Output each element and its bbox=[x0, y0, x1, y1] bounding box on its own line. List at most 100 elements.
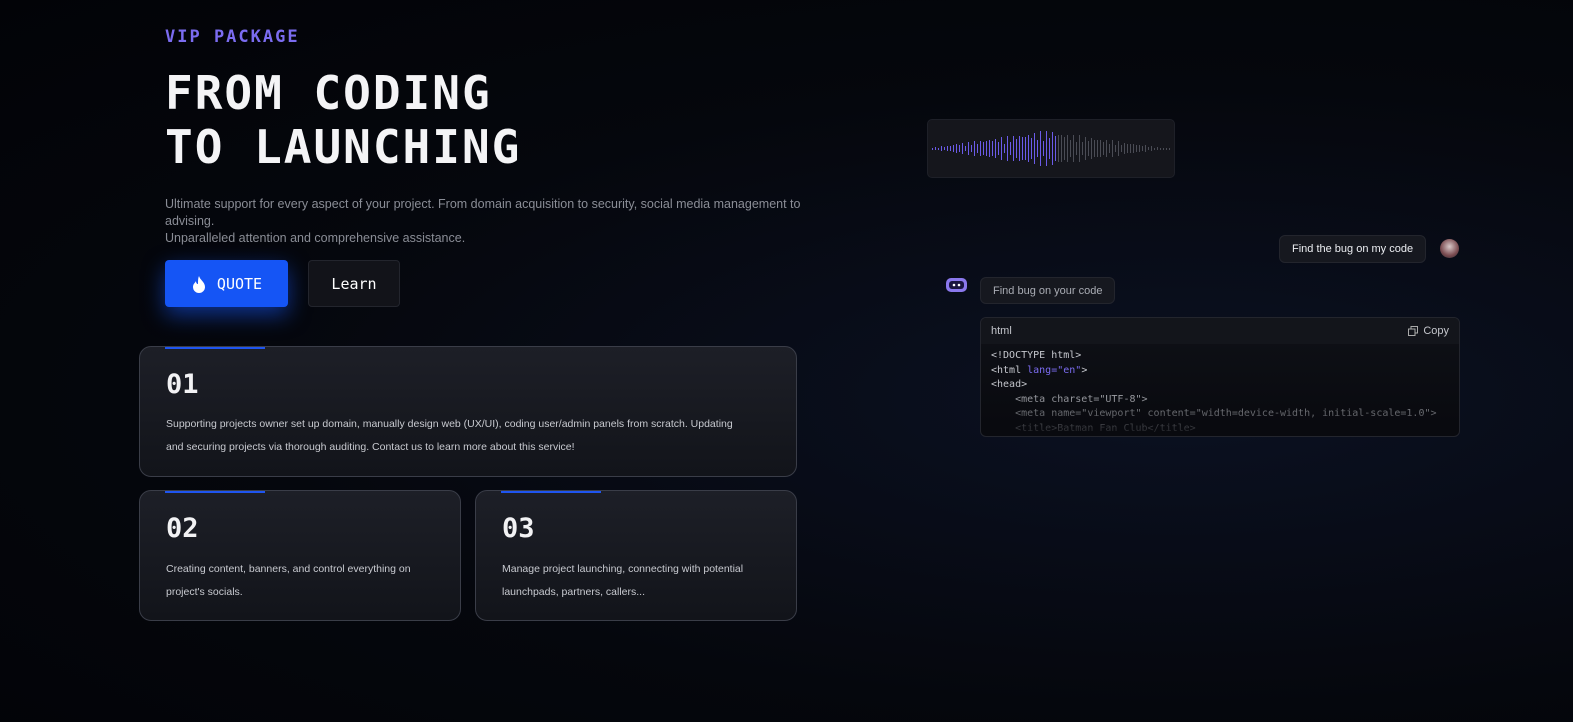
card-accent-bar bbox=[165, 347, 265, 349]
waveform-bar bbox=[1157, 147, 1158, 150]
waveform-bar bbox=[1130, 143, 1131, 154]
waveform-bar bbox=[1019, 136, 1020, 161]
copy-label: Copy bbox=[1423, 325, 1449, 337]
flame-icon bbox=[192, 275, 205, 293]
waveform-bar bbox=[965, 145, 966, 152]
waveform-bar bbox=[1082, 142, 1083, 155]
waveform-bar bbox=[974, 141, 975, 156]
waveform-bar bbox=[941, 146, 942, 151]
waveform-bar bbox=[1142, 146, 1143, 151]
waveform-bar bbox=[1118, 141, 1119, 156]
waveform-bar bbox=[1058, 134, 1059, 163]
card-text: Supporting projects owner set up domain,… bbox=[166, 413, 733, 459]
code-line: <!DOCTYPE html> bbox=[991, 350, 1082, 361]
waveform-bar bbox=[935, 147, 936, 150]
waveform-bar bbox=[980, 140, 981, 156]
waveform-bar bbox=[1025, 136, 1026, 161]
waveform-bar bbox=[1109, 143, 1110, 154]
quote-button[interactable]: QUOTE bbox=[165, 260, 288, 307]
waveform-bar bbox=[938, 147, 939, 150]
copy-icon bbox=[1408, 326, 1419, 336]
waveform-bar bbox=[1163, 147, 1164, 150]
waveform-bar bbox=[1115, 145, 1116, 152]
card-text-line: launchpads, partners, callers... bbox=[502, 586, 645, 598]
card-number: 02 bbox=[166, 513, 199, 544]
waveform-bar bbox=[1067, 134, 1068, 163]
learn-button[interactable]: Learn bbox=[308, 260, 400, 307]
waveform-bar bbox=[1013, 135, 1014, 162]
waveform-bar bbox=[1103, 142, 1104, 155]
page-title: From Coding To Launching bbox=[165, 66, 521, 174]
waveform-bar bbox=[1064, 137, 1065, 160]
eyebrow: VIP PACKAGE bbox=[165, 27, 300, 47]
code-line: <meta name="viewport" content="width=dev… bbox=[991, 408, 1437, 419]
waveform-bar bbox=[1055, 136, 1056, 161]
waveform-bar bbox=[1052, 132, 1053, 165]
card-text-line: Supporting projects owner set up domain,… bbox=[166, 418, 733, 430]
waveform-bar bbox=[1049, 138, 1050, 159]
card-text-line: Manage project launching, connecting wit… bbox=[502, 563, 744, 575]
learn-label: Learn bbox=[331, 274, 377, 293]
waveform-bar bbox=[1091, 138, 1092, 159]
user-message-text: Find the bug on my code bbox=[1292, 243, 1414, 255]
card-number: 01 bbox=[166, 369, 199, 400]
card-text: Creating content, banners, and control e… bbox=[166, 558, 411, 604]
waveform-bar bbox=[1166, 147, 1167, 150]
user-message: Find the bug on my code bbox=[1279, 235, 1427, 263]
waveform-bar bbox=[992, 141, 993, 156]
waveform-bar bbox=[1040, 131, 1041, 166]
waveform-bar bbox=[1079, 135, 1080, 162]
waveform-bar bbox=[1001, 137, 1002, 160]
waveform-bar bbox=[1160, 147, 1161, 150]
waveform-bar bbox=[1061, 135, 1062, 162]
card-accent-bar bbox=[165, 491, 265, 493]
waveform-bar bbox=[1121, 144, 1122, 153]
waveform-bar bbox=[1148, 147, 1149, 150]
waveform-bar bbox=[1070, 139, 1071, 158]
code-line: <title>Batman Fan Club</title> bbox=[991, 422, 1196, 434]
waveform-bar bbox=[1034, 132, 1035, 165]
waveform-bar bbox=[1133, 144, 1134, 153]
waveform-bar bbox=[1016, 139, 1017, 158]
waveform-bar bbox=[1004, 143, 1005, 154]
waveform-bar bbox=[1112, 140, 1113, 157]
waveform-bar bbox=[1073, 134, 1074, 163]
waveform-bar bbox=[1106, 139, 1107, 158]
card-number: 03 bbox=[502, 513, 535, 544]
waveform-bar bbox=[944, 146, 945, 151]
bot-icon bbox=[946, 278, 967, 292]
card-text-line: and securing projects via thorough audit… bbox=[166, 441, 575, 453]
waveform-bar bbox=[1127, 144, 1128, 153]
waveform-bar bbox=[1139, 144, 1140, 153]
service-card-02: 02 Creating content, banners, and contro… bbox=[139, 490, 461, 621]
service-card-01: 01 Supporting projects owner set up doma… bbox=[139, 346, 797, 477]
waveform-bar bbox=[1046, 130, 1047, 167]
card-text: Manage project launching, connecting wit… bbox=[502, 558, 743, 604]
title-line: To Launching bbox=[165, 120, 522, 174]
code-content: <!DOCTYPE html> <html lang="en"> <head> <m… bbox=[981, 344, 1459, 436]
card-accent-bar bbox=[501, 491, 601, 493]
card-text-line: Creating content, banners, and control e… bbox=[166, 563, 411, 575]
subtitle: Ultimate support for every aspect of you… bbox=[165, 196, 845, 247]
waveform-bar bbox=[950, 145, 951, 152]
waveform-bar bbox=[983, 142, 984, 155]
waveform-bar bbox=[1085, 136, 1086, 161]
waveform-bar bbox=[953, 145, 954, 152]
waveform-bar bbox=[971, 145, 972, 152]
waveform-bar bbox=[968, 142, 969, 155]
waveform-bar bbox=[1031, 138, 1032, 159]
waveform-bar bbox=[947, 145, 948, 152]
subtitle-line: Ultimate support for every aspect of you… bbox=[165, 197, 801, 228]
bot-message: Find bug on your code bbox=[980, 277, 1116, 304]
waveform-bar bbox=[962, 143, 963, 154]
waveform-bar bbox=[932, 147, 933, 150]
copy-button[interactable]: Copy bbox=[1408, 325, 1449, 337]
waveform-bar bbox=[956, 144, 957, 153]
waveform-bar bbox=[1007, 136, 1008, 161]
waveform-bar bbox=[1169, 147, 1170, 150]
waveform-bar bbox=[995, 138, 996, 159]
audio-waveform bbox=[927, 119, 1175, 178]
bot-message-text: Find bug on your code bbox=[993, 284, 1103, 297]
waveform-bar bbox=[977, 143, 978, 154]
waveform-bar bbox=[1010, 141, 1011, 156]
